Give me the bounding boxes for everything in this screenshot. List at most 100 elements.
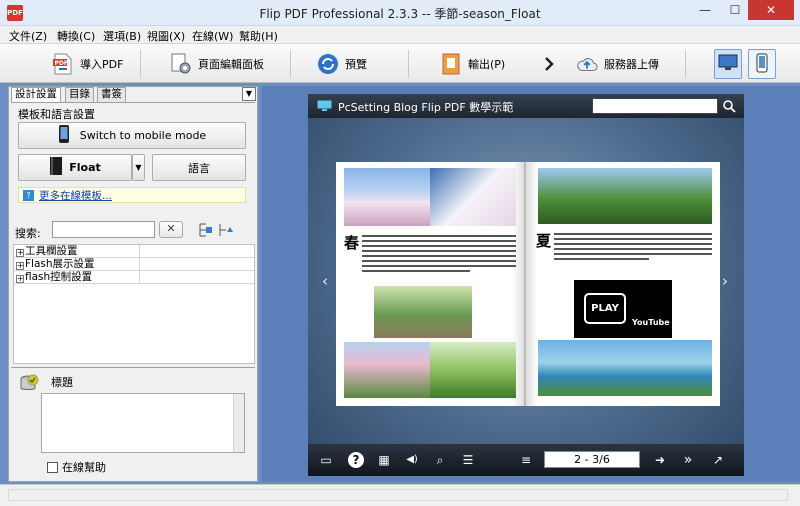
video-player[interactable]: PLAY YouTube: [574, 280, 672, 338]
viewer-control-bar: ▭ ? ▦ ◀) ⌕ ☰ ≡ 2 - 3/6 ➜ » ↗: [308, 444, 744, 476]
search-icon[interactable]: [722, 99, 736, 116]
template-book-icon: [49, 156, 63, 179]
close-button[interactable]: ✕: [748, 0, 794, 20]
fullscreen-icon[interactable]: ▭: [318, 452, 334, 468]
output-label: 輸出(P): [468, 58, 506, 71]
toolbar-separator: [685, 50, 686, 78]
viewer-title: PcSetting Blog Flip PDF 數學示範: [338, 101, 514, 114]
property-row-flash-control-settings[interactable]: +flash控制設置: [14, 271, 254, 284]
summer-heading-char: 夏: [536, 232, 552, 250]
page-indicator[interactable]: 2 - 3/6: [544, 451, 640, 468]
page-editor-label: 頁面編輯面板: [198, 58, 264, 71]
pdf-file-icon: PDF: [52, 53, 74, 75]
next-step-arrow-icon[interactable]: [538, 50, 560, 78]
menu-view[interactable]: 視圖(X): [147, 28, 185, 44]
book-page-right[interactable]: 夏 PLAY YouTube: [526, 162, 720, 406]
template-dropdown[interactable]: ▼: [132, 154, 145, 181]
more-templates-link[interactable]: 更多在線模板...: [39, 188, 112, 203]
settings-panel: 設計設置 目錄 書簽 ▼ 模板和語言設置 Switch to mobile mo…: [8, 86, 258, 482]
spring-photo-park: [344, 342, 430, 398]
tab-bookmarks[interactable]: 書簽: [97, 87, 126, 102]
play-button[interactable]: PLAY: [584, 293, 626, 324]
thumbnails-icon[interactable]: ▦: [376, 452, 392, 468]
zoom-icon[interactable]: ⌕: [432, 452, 448, 468]
menu-options[interactable]: 選項(B): [103, 28, 141, 44]
bookmark-list-icon[interactable]: ≡: [518, 452, 534, 468]
share-icon[interactable]: ↗: [710, 452, 726, 468]
search-clear-button[interactable]: ✕: [159, 221, 183, 238]
spring-paragraph: [362, 235, 516, 275]
flipbook[interactable]: 春 夏 PLAY YouTube: [336, 162, 720, 406]
last-page-icon[interactable]: »: [680, 452, 696, 468]
template-label: Float: [69, 161, 101, 174]
import-pdf-button[interactable]: PDF 導入PDF: [52, 50, 123, 78]
book-page-left[interactable]: 春: [336, 162, 526, 406]
online-help-toggle[interactable]: 在線幫助: [47, 459, 106, 475]
desktop-view-toggle[interactable]: [714, 49, 742, 79]
prev-page-arrow[interactable]: ‹: [318, 268, 332, 294]
server-upload-button[interactable]: 服務器上傳: [576, 50, 659, 78]
cloud-upload-icon: [576, 53, 598, 75]
help-scrollbar[interactable]: [233, 394, 244, 452]
property-row-flash-display-settings[interactable]: +Flash展示設置: [14, 258, 254, 271]
toolbar-separator: [290, 50, 291, 78]
summer-photo-landscape: [538, 168, 712, 224]
phone-icon: [756, 53, 768, 76]
menu-convert[interactable]: 轉換(C): [57, 28, 95, 44]
collapse-all-icon[interactable]: [217, 222, 233, 238]
menu-file[interactable]: 文件(Z): [9, 28, 47, 44]
page-editor-button[interactable]: 頁面編輯面板: [170, 50, 264, 78]
menu-online[interactable]: 在線(W): [192, 28, 233, 44]
info-icon: ?: [23, 190, 34, 201]
viewer-search-input[interactable]: [592, 98, 718, 114]
template-button[interactable]: Float: [18, 154, 132, 181]
next-page-arrow[interactable]: ›: [718, 268, 732, 294]
monitor-icon: [718, 54, 738, 75]
status-bar: [0, 484, 800, 506]
expand-icon[interactable]: +: [16, 249, 24, 257]
next-page-icon[interactable]: ➜: [652, 452, 668, 468]
output-button[interactable]: 輸出(P): [440, 50, 505, 78]
property-row-toolbar-settings[interactable]: +工具欄設置: [14, 245, 254, 258]
search-input[interactable]: [52, 221, 155, 238]
table-of-contents-icon[interactable]: ☰: [460, 452, 476, 468]
spring-photo-meadow: [430, 342, 516, 398]
section-label: 模板和語言設置: [18, 108, 95, 121]
preview-area: PcSetting Blog Flip PDF 數學示範 ‹ › 春 夏 PLA…: [262, 86, 800, 482]
help-section: 標題 在線幫助: [11, 367, 255, 479]
sound-icon[interactable]: ◀): [404, 452, 420, 468]
window-title: Flip PDF Professional 2.3.3 -- 季節-season…: [259, 7, 541, 21]
help-description-box: [41, 393, 245, 453]
online-help-label: 在線幫助: [62, 461, 106, 474]
mobile-view-toggle[interactable]: [748, 49, 776, 79]
toolbar-separator: [140, 50, 141, 78]
minimize-button[interactable]: —: [690, 0, 720, 20]
flipbook-viewer: PcSetting Blog Flip PDF 數學示範 ‹ › 春 夏 PLA…: [308, 94, 744, 476]
toolbar: PDF 導入PDF 頁面編輯面板 預覽 輸出(P) 服務器上傳: [0, 43, 800, 83]
menu-help[interactable]: 幫助(H): [239, 28, 278, 44]
tab-menu-dropdown[interactable]: ▼: [242, 87, 256, 101]
preview-button[interactable]: 預覽: [317, 50, 367, 78]
switch-mobile-mode-button[interactable]: Switch to mobile mode: [18, 122, 246, 149]
spring-photo-path: [374, 286, 472, 338]
help-title: 標題: [51, 376, 73, 389]
summer-photo-lake: [538, 340, 712, 396]
language-button[interactable]: 語言: [152, 154, 246, 181]
maximize-button[interactable]: ☐: [720, 0, 750, 20]
help-icon[interactable]: ?: [348, 452, 364, 468]
spring-photo-bird: [430, 168, 516, 226]
database-check-icon: [19, 374, 39, 397]
expand-all-icon[interactable]: [197, 222, 213, 238]
page-gear-icon: [170, 53, 192, 75]
expand-icon[interactable]: +: [16, 262, 24, 270]
property-grid: +工具欄設置 +Flash展示設置 +flash控制設置: [13, 244, 255, 364]
status-bar-panel: [8, 489, 788, 501]
tab-table-of-contents[interactable]: 目錄: [65, 87, 94, 102]
svg-text:PDF: PDF: [55, 60, 68, 67]
online-help-checkbox[interactable]: [47, 461, 58, 473]
expand-icon[interactable]: +: [16, 275, 24, 283]
switch-mobile-mode-label: Switch to mobile mode: [79, 129, 207, 142]
spring-heading-char: 春: [344, 234, 360, 252]
toolbar-separator: [408, 50, 409, 78]
tab-design-settings[interactable]: 設計設置: [11, 87, 61, 103]
